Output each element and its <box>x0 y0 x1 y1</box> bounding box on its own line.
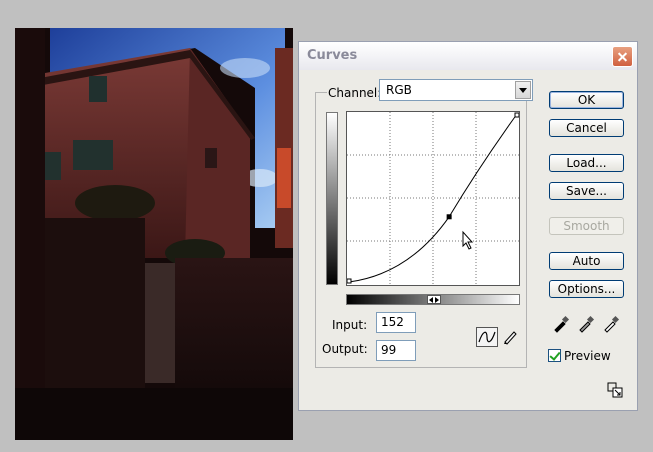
output-field[interactable]: 99 <box>376 340 416 361</box>
dialog-title: Curves <box>307 48 358 63</box>
auto-button[interactable]: Auto <box>549 252 624 270</box>
resize-icon[interactable] <box>607 382 623 398</box>
building-photo <box>15 28 293 440</box>
channel-select[interactable]: RGB <box>379 79 533 101</box>
load-button[interactable]: Load... <box>549 154 624 172</box>
preview-checkbox[interactable] <box>548 349 561 362</box>
curves-dialog: Curves Channel: RGB Input: 152 Output: 9… <box>298 41 638 411</box>
pencil-icon[interactable] <box>502 329 518 345</box>
output-label: Output: <box>322 342 368 356</box>
gray-eyedropper-icon[interactable] <box>577 315 595 333</box>
preview-label: Preview <box>564 349 611 363</box>
input-field[interactable]: 152 <box>376 312 416 333</box>
output-gradient-bar <box>326 112 338 285</box>
close-icon[interactable] <box>612 46 633 67</box>
options-button[interactable]: Options... <box>549 280 624 298</box>
curve-control-point[interactable] <box>446 214 452 220</box>
white-eyedropper-icon[interactable] <box>602 315 620 333</box>
curve-endpoint-white[interactable] <box>514 112 519 118</box>
mouse-cursor-icon <box>462 230 474 250</box>
input-gradient-bar <box>346 294 520 305</box>
cancel-button[interactable]: Cancel <box>549 119 624 137</box>
title-bar[interactable]: Curves <box>299 42 637 70</box>
curve-tool-icon[interactable] <box>476 327 498 347</box>
ok-button[interactable]: OK <box>549 91 624 109</box>
gradient-toggle-icon[interactable] <box>427 295 441 304</box>
smooth-button: Smooth <box>549 217 624 235</box>
curve-svg[interactable] <box>347 112 519 285</box>
channel-value: RGB <box>386 83 412 97</box>
save-button[interactable]: Save... <box>549 182 624 200</box>
chevron-down-icon[interactable] <box>515 81 531 99</box>
image-preview <box>15 28 293 440</box>
curve-graph[interactable] <box>346 111 520 286</box>
black-eyedropper-icon[interactable] <box>552 315 570 333</box>
curve-endpoint-black[interactable] <box>347 278 352 284</box>
channel-label: Channel: <box>327 86 383 100</box>
input-label: Input: <box>332 318 368 332</box>
